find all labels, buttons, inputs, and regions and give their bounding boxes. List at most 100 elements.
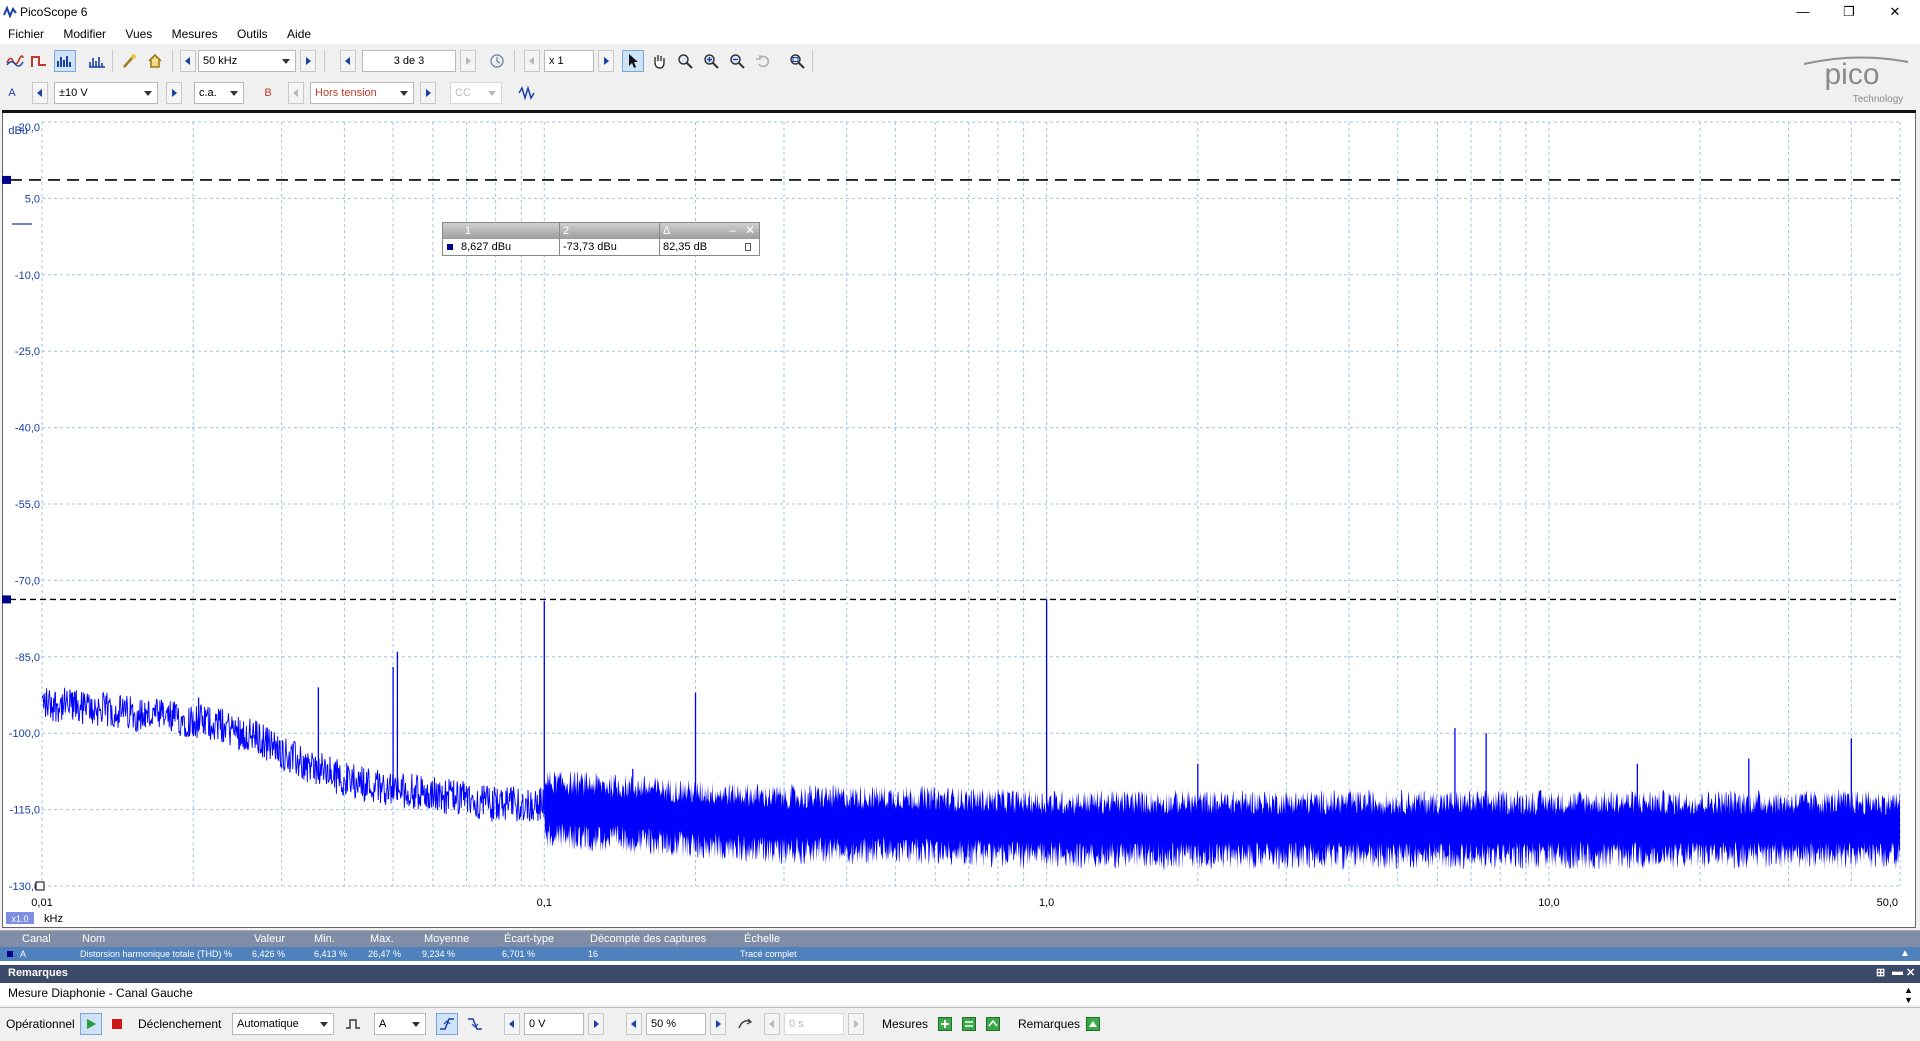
remarks-close-icon[interactable]: ✕ [1906, 966, 1915, 979]
capture-index-field[interactable]: 3 de 3 [362, 50, 456, 72]
meas-col-decompte[interactable]: Décompte des captures [590, 933, 706, 945]
pointer-tool-icon[interactable] [622, 50, 644, 72]
bandwidth-select[interactable]: 50 kHz [198, 50, 296, 72]
capture-history-icon[interactable] [486, 50, 508, 72]
home-icon[interactable] [144, 50, 166, 72]
ruler-table[interactable]: 1 2 Δ – ✕ 8,627 dBu -73,73 dBu 82,35 dB [442, 222, 760, 256]
close-window-button[interactable]: ✕ [1872, 0, 1918, 24]
main-toolbar: 50 kHz 3 de 3 x 1 [0, 48, 1920, 76]
delay-next-button[interactable] [848, 1013, 864, 1035]
minimize-button[interactable]: — [1780, 0, 1826, 24]
menu-mesures[interactable]: Mesures [164, 24, 226, 41]
measurements-header: Canal Nom Valeur Min. Max. Moyenne Écart… [0, 931, 1920, 947]
pretrigger-field[interactable]: 50 % [646, 1013, 706, 1035]
zoom-next-button[interactable] [598, 50, 614, 72]
menu-aide[interactable]: Aide [279, 24, 319, 41]
trigger-delay-icon[interactable] [734, 1013, 756, 1035]
ruler-2-handle[interactable] [2, 595, 11, 604]
measurement-row[interactable]: A Distorsion harmonique totale (THD) % 6… [0, 947, 1920, 961]
zoom-in-icon[interactable] [700, 50, 722, 72]
lock-icon[interactable] [745, 243, 751, 251]
channel-a-range-next-button[interactable] [166, 82, 182, 104]
status-bar: Opérationnel Déclenchement Automatique A… [0, 1007, 1920, 1041]
channel-b-range-value: Hors tension [315, 87, 377, 99]
ruler-table-header-delta: Δ [663, 225, 671, 237]
trigger-source-value: A [379, 1018, 387, 1030]
zoom-area-icon[interactable] [674, 50, 696, 72]
stop-button[interactable] [106, 1013, 128, 1035]
channel-b-range-next-button[interactable] [420, 82, 436, 104]
channel-b-range-prev-button[interactable] [288, 82, 304, 104]
remarks-minimize-icon[interactable]: ▬ [1892, 966, 1903, 978]
menu-outils[interactable]: Outils [229, 24, 276, 41]
remarks-pin-icon[interactable]: ⊞ [1876, 966, 1885, 979]
pico-technology-logo: pico Technology [1803, 56, 1909, 105]
hand-tool-icon[interactable] [648, 50, 670, 72]
ruler-table-close-icon[interactable]: ✕ [745, 223, 755, 237]
channel-b-options-button[interactable]: B [258, 82, 278, 104]
meas-col-nom[interactable]: Nom [82, 933, 105, 945]
meas-col-ecart-type[interactable]: Écart-type [504, 933, 554, 945]
falling-edge-icon[interactable] [464, 1013, 486, 1035]
add-measurement-icon[interactable] [934, 1013, 956, 1035]
channel-b-range-select[interactable]: Hors tension [310, 82, 414, 104]
probe-wand-icon[interactable] [118, 50, 140, 72]
ruler-table-minimize-icon[interactable]: – [729, 223, 736, 237]
menu-vues[interactable]: Vues [117, 24, 160, 41]
menu-fichier[interactable]: Fichier [0, 24, 52, 41]
delay-field[interactable]: 0 s [784, 1013, 844, 1035]
channel-a-coupling-select[interactable]: c.a. [194, 82, 244, 104]
remarks-header: Remarques ⊞ ▬ ✕ [0, 965, 1920, 983]
zoom-out-icon[interactable] [726, 50, 748, 72]
bandwidth-prev-button[interactable] [180, 50, 196, 72]
zoom-overview-icon[interactable] [786, 50, 808, 72]
delete-measurement-icon[interactable] [982, 1013, 1004, 1035]
trigger-mode-select[interactable]: Automatique [232, 1013, 334, 1035]
remarks-body[interactable]: Mesure Diaphonie - Canal Gauche ▲ ▼ [0, 983, 1920, 1005]
advanced-trigger-icon[interactable] [342, 1013, 364, 1035]
persistence-mode-icon[interactable] [28, 50, 50, 72]
undo-zoom-icon[interactable] [752, 50, 774, 72]
rising-edge-icon[interactable] [436, 1013, 458, 1035]
delay-prev-button[interactable] [764, 1013, 780, 1035]
meas-col-valeur[interactable]: Valeur [254, 933, 285, 945]
meas-col-moyenne[interactable]: Moyenne [424, 933, 469, 945]
pretrigger-prev-button[interactable] [626, 1013, 642, 1035]
measurements-scroll-up-icon[interactable]: ▲ [1900, 948, 1910, 959]
spectrum-chart[interactable]: 20,05,0-10,0-25,0-40,0-55,0-70,0-85,0-10… [0, 112, 1920, 930]
signal-generator-icon[interactable] [516, 82, 538, 104]
channel-b-coupling-select[interactable]: CC [450, 82, 502, 104]
capture-prev-button[interactable] [340, 50, 356, 72]
channel-a-range-select[interactable]: ±10 V [54, 82, 158, 104]
y-tick-label: -25,0 [15, 346, 40, 358]
remarks-toggle-icon[interactable] [1082, 1013, 1104, 1035]
pretrigger-next-button[interactable] [710, 1013, 726, 1035]
channel-a-range-prev-button[interactable] [32, 82, 48, 104]
meas-cell-valeur: 6,426 % [252, 949, 286, 959]
meas-col-max[interactable]: Max. [370, 933, 394, 945]
run-state-label: Opérationnel [6, 1017, 75, 1031]
start-button[interactable] [80, 1013, 102, 1035]
meas-col-min[interactable]: Min. [314, 933, 335, 945]
meas-col-canal[interactable]: Canal [22, 933, 51, 945]
edit-measurement-icon[interactable] [958, 1013, 980, 1035]
remarks-scroll-down-icon[interactable]: ▼ [1904, 995, 1913, 1005]
ruler-1-handle[interactable] [2, 175, 11, 184]
bandwidth-next-button[interactable] [300, 50, 316, 72]
trigger-level-field[interactable]: 0 V [524, 1013, 584, 1035]
y-axis-unit: dBu [8, 125, 28, 137]
trigger-level-next-button[interactable] [588, 1013, 604, 1035]
trigger-level-prev-button[interactable] [504, 1013, 520, 1035]
zoom-prev-button[interactable] [524, 50, 540, 72]
spectrum-mode-icon[interactable] [54, 50, 76, 72]
scope-mode-icon[interactable] [4, 50, 26, 72]
meas-col-echelle[interactable]: Échelle [744, 933, 780, 945]
restore-button[interactable]: ❐ [1826, 0, 1872, 24]
channel-a-options-button[interactable]: A [2, 82, 22, 104]
zoom-factor-field[interactable]: x 1 [544, 50, 594, 72]
menu-modifier[interactable]: Modifier [55, 24, 114, 41]
trigger-source-select[interactable]: A [374, 1013, 426, 1035]
spectrum-options-icon[interactable] [86, 50, 108, 72]
remarks-scroll-up-icon[interactable]: ▲ [1904, 985, 1913, 995]
capture-next-button[interactable] [460, 50, 476, 72]
